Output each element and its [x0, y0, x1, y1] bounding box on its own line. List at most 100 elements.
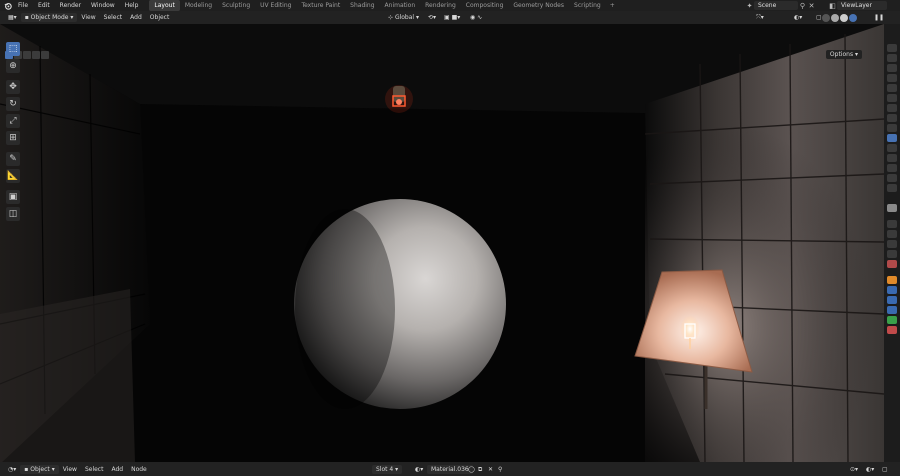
scene-name-field[interactable]: Scene [754, 1, 798, 10]
snap-icon[interactable]: ⊙▾ [846, 465, 862, 474]
outliner-camera-icon[interactable] [887, 74, 897, 82]
outliner-camera-icon[interactable] [887, 44, 897, 52]
editor-type-button[interactable]: ◔▾ [4, 465, 20, 474]
tool-properties-icon[interactable] [887, 204, 897, 212]
outliner-camera-icon[interactable] [887, 184, 897, 192]
tab-sculpting[interactable]: Sculpting [217, 0, 255, 11]
select-intersect-icon[interactable] [41, 51, 49, 59]
data-properties-icon[interactable] [887, 316, 897, 324]
select-invert-icon[interactable] [32, 51, 40, 59]
particles-properties-icon[interactable] [887, 296, 897, 304]
material-sphere-icon: ◐▾ [415, 465, 424, 473]
tab-texture-paint[interactable]: Texture Paint [296, 0, 345, 11]
rendered-shading-icon[interactable] [849, 13, 857, 22]
outliner-camera-icon[interactable] [887, 54, 897, 62]
outliner-camera-icon[interactable] [887, 104, 897, 112]
scale-icon[interactable]: ⤢ [6, 114, 20, 128]
view-layer-field[interactable]: ViewLayer [837, 1, 887, 10]
outliner-camera-icon[interactable] [887, 124, 897, 132]
menu-file[interactable]: File [13, 0, 33, 11]
tab-layout[interactable]: Layout [149, 0, 180, 11]
menu-view[interactable]: View [59, 465, 81, 474]
wireframe-shading-icon[interactable] [822, 13, 830, 22]
object-type-dropdown[interactable]: ▪ Object ▾ [20, 464, 59, 474]
output-properties-icon[interactable] [887, 230, 897, 238]
outliner-camera-icon[interactable] [887, 84, 897, 92]
blender-logo-icon[interactable] [3, 0, 13, 11]
tab-uv-editing[interactable]: UV Editing [255, 0, 296, 11]
outliner-camera-icon[interactable] [887, 154, 897, 162]
top-menu-bar: File Edit Render Window Help Layout Mode… [0, 0, 900, 11]
slot-dropdown[interactable]: Slot 4 ▾ [372, 464, 403, 474]
menu-window[interactable]: Window [86, 0, 120, 11]
outliner-camera-icon[interactable] [887, 174, 897, 182]
close-icon[interactable]: ✕ [807, 1, 816, 10]
options-dropdown[interactable]: Options ▾ [825, 50, 862, 59]
cursor-icon[interactable]: ⊕ [6, 59, 20, 73]
backdrop-toggle-button[interactable]: ▢ [878, 465, 892, 474]
slot-label: Slot 4 [376, 465, 394, 473]
overlay-toggle-button[interactable]: ◐▾ [790, 13, 806, 22]
measure-icon[interactable]: 📐 [6, 169, 20, 183]
pause-render-button[interactable]: ❚❚ [870, 13, 888, 22]
overlay-toggle-button[interactable]: ◐▾ [862, 465, 878, 474]
render-properties-icon[interactable] [887, 220, 897, 228]
editor-type-button[interactable]: ▦▾ [4, 13, 21, 22]
rotate-icon[interactable]: ↻ [6, 97, 20, 111]
workspace-tabs: Layout Modeling Sculpting UV Editing Tex… [149, 0, 618, 11]
object-mode-dropdown[interactable]: ▪ Object Mode ▾ [20, 13, 78, 22]
tab-geometry-nodes[interactable]: Geometry Nodes [508, 0, 569, 11]
tab-animation[interactable]: Animation [380, 0, 421, 11]
menu-select[interactable]: Select [81, 465, 108, 474]
scene-properties-icon[interactable] [887, 250, 897, 258]
outliner-camera-icon[interactable] [887, 144, 897, 152]
menu-object[interactable]: Object [146, 13, 174, 22]
menu-add[interactable]: Add [126, 13, 146, 22]
proportional-edit-button[interactable]: ◉ ∿ [466, 13, 486, 22]
select-subtract-icon[interactable] [23, 51, 31, 59]
pin-icon[interactable]: ⚲ [494, 465, 506, 474]
transform-icon[interactable]: ⊞ [6, 131, 20, 145]
gizmo-toggle-button[interactable]: ⤧▾ [752, 13, 768, 22]
orientation-dropdown[interactable]: ⊹ Global ▾ [384, 13, 423, 22]
select-box-icon[interactable]: ⬚ [6, 42, 20, 56]
3d-viewport[interactable]: Options ▾ [0, 24, 884, 462]
menu-node[interactable]: Node [127, 465, 151, 474]
tab-compositing[interactable]: Compositing [461, 0, 509, 11]
material-browse-button[interactable]: ◐▾ [411, 465, 427, 474]
move-icon[interactable]: ✥ [6, 80, 20, 94]
pivot-point-button[interactable]: ⟲▾ [424, 13, 440, 22]
add-workspace-button[interactable]: + [606, 0, 619, 11]
menu-help[interactable]: Help [120, 0, 144, 11]
view-layer-properties-icon[interactable] [887, 240, 897, 248]
solid-shading-icon[interactable] [831, 13, 839, 22]
view-layer-selector[interactable]: ◧ ViewLayer [828, 1, 887, 10]
scene-selector[interactable]: ✦ Scene ⚲ ✕ [745, 1, 816, 10]
annotate-icon[interactable]: ✎ [6, 152, 20, 166]
object-properties-icon[interactable] [887, 276, 897, 284]
pin-icon[interactable]: ⚲ [798, 1, 807, 10]
outliner-camera-active-icon[interactable] [887, 134, 897, 142]
orientation-icon: ⊹ [388, 14, 395, 21]
menu-add[interactable]: Add [107, 465, 127, 474]
outliner-camera-icon[interactable] [887, 64, 897, 72]
add-cube-icon[interactable]: ▣ [6, 190, 20, 204]
outliner-camera-icon[interactable] [887, 94, 897, 102]
outliner-camera-icon[interactable] [887, 164, 897, 172]
world-properties-icon[interactable] [887, 260, 897, 268]
menu-view[interactable]: View [77, 13, 99, 22]
material-properties-icon[interactable] [887, 326, 897, 334]
modifier-properties-icon[interactable] [887, 286, 897, 294]
menu-render[interactable]: Render [55, 0, 86, 11]
tab-scripting[interactable]: Scripting [569, 0, 606, 11]
outliner-camera-icon[interactable] [887, 114, 897, 122]
physics-properties-icon[interactable] [887, 306, 897, 314]
menu-edit[interactable]: Edit [33, 0, 55, 11]
add-object-icon[interactable]: ◫ [6, 207, 20, 221]
material-shading-icon[interactable] [840, 13, 848, 22]
snap-toggle-button[interactable]: ▣ ■▾ [440, 13, 464, 22]
tab-shading[interactable]: Shading [345, 0, 379, 11]
tab-modeling[interactable]: Modeling [180, 0, 217, 11]
menu-select[interactable]: Select [100, 13, 127, 22]
tab-rendering[interactable]: Rendering [420, 0, 461, 11]
